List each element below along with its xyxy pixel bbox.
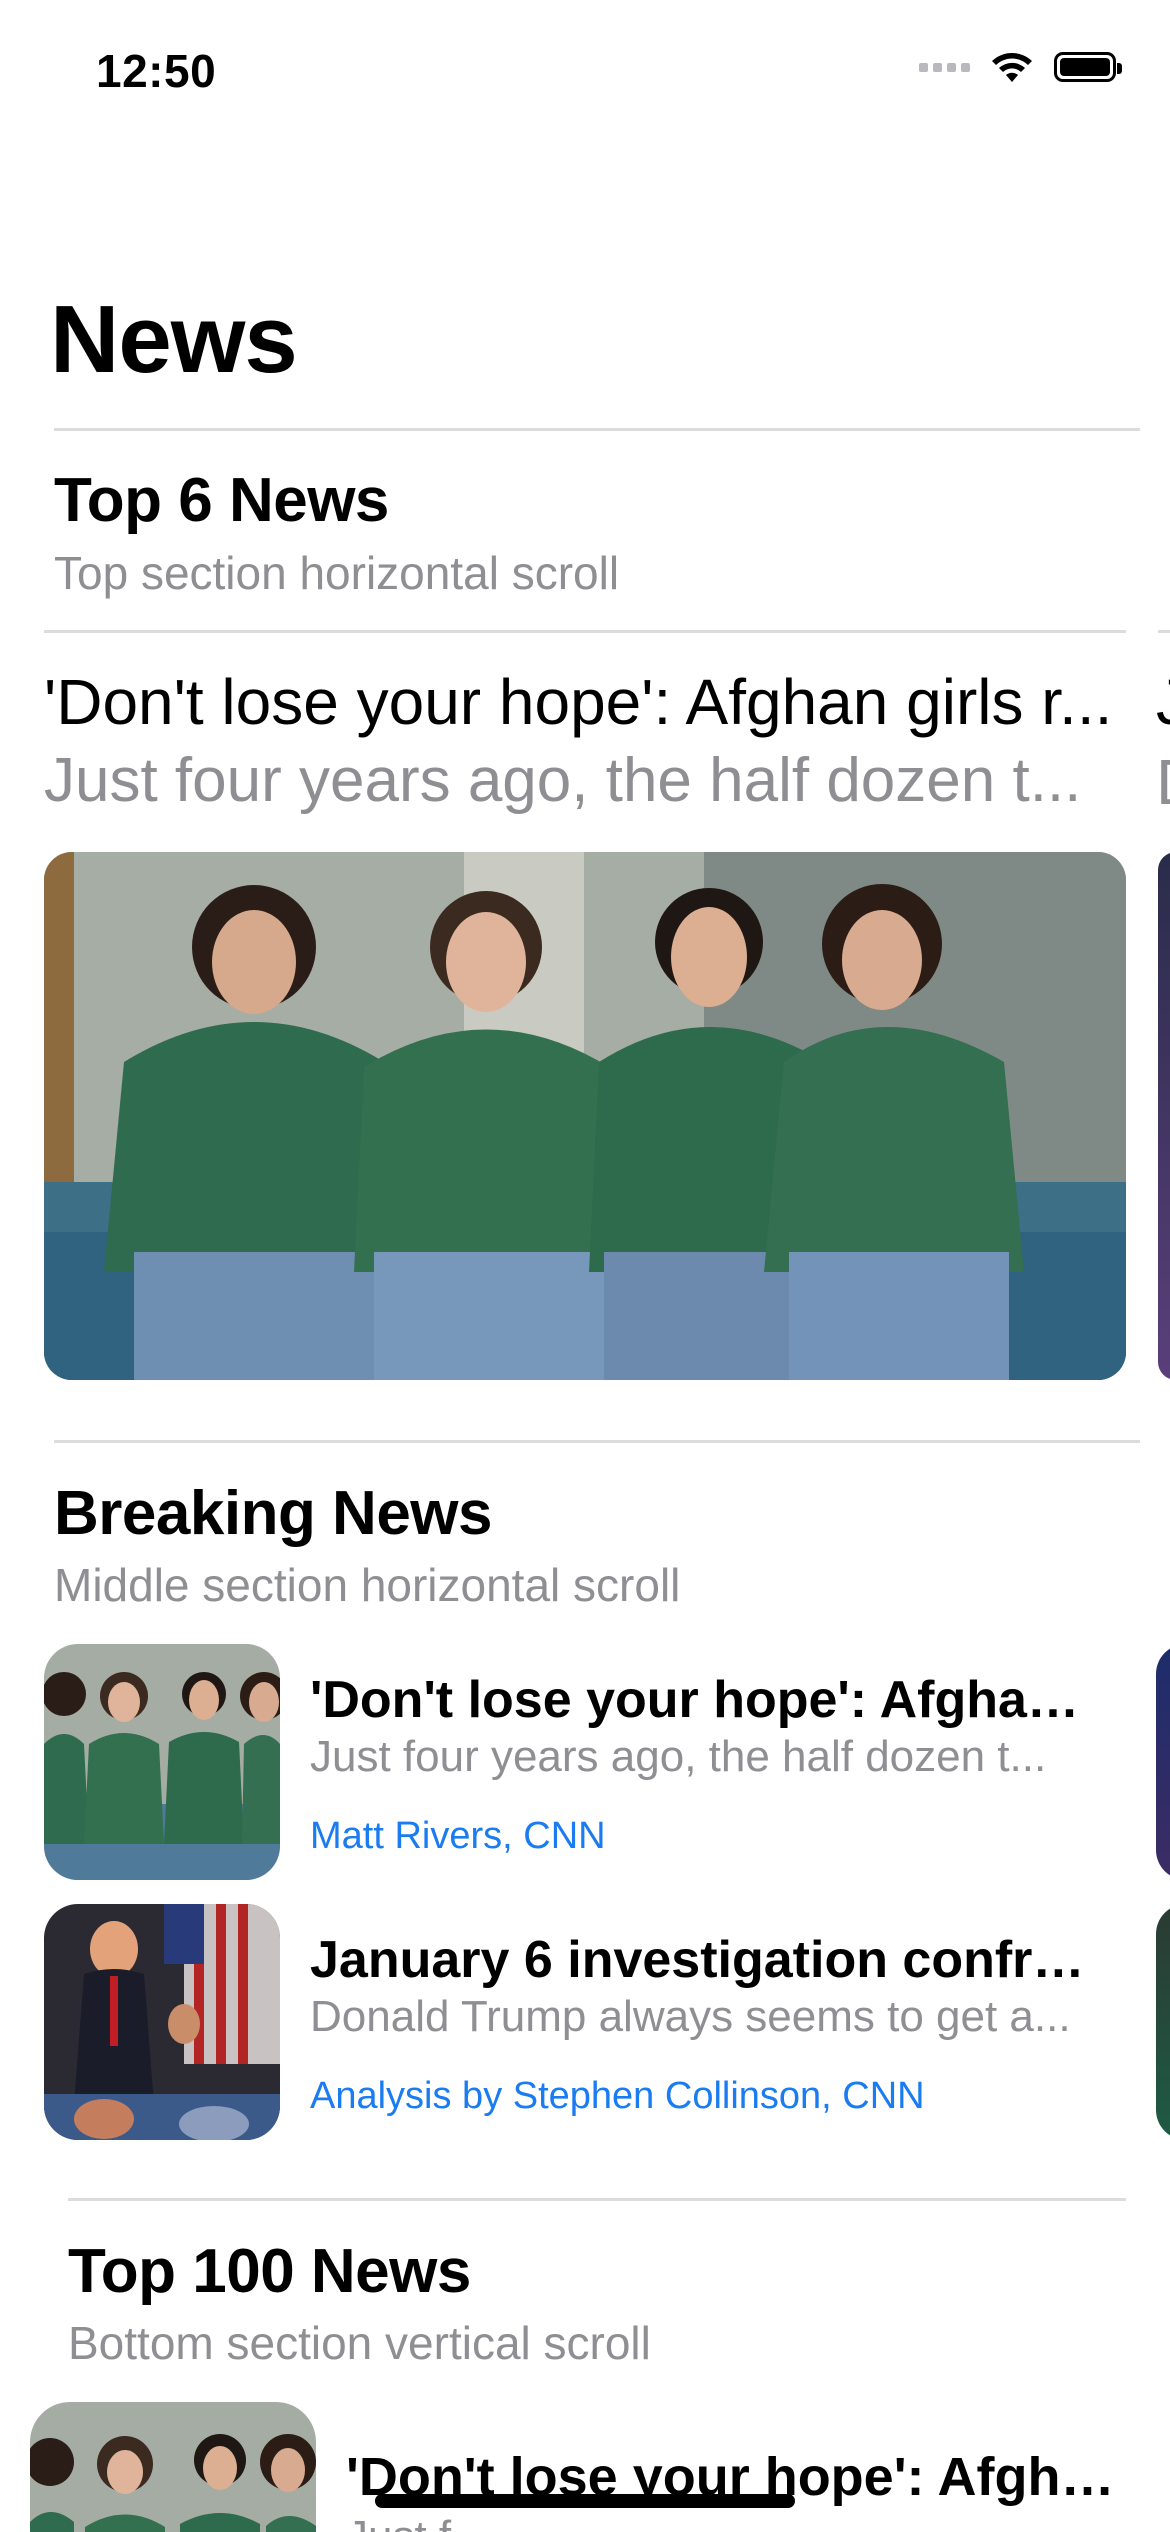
divider bbox=[68, 2198, 1126, 2201]
cellular-signal-icon bbox=[919, 62, 970, 72]
top-card-description: Just four years ago, the half dozen t... bbox=[44, 746, 1082, 815]
next-item-thumbnail-peek[interactable] bbox=[1156, 1644, 1170, 1880]
next-card-title-peek[interactable]: J bbox=[1156, 665, 1170, 739]
article-thumbnail bbox=[30, 2402, 316, 2532]
next-card-image-peek[interactable] bbox=[1158, 852, 1170, 1380]
article-description: Just four years ago, the half dozen t... bbox=[310, 1732, 1047, 1781]
divider bbox=[44, 630, 1126, 633]
article-title: 'Don't lose your hope': Afghan... bbox=[310, 1671, 1090, 1729]
news-screen: 12:50 News Top 6 News Top section horizo… bbox=[0, 0, 1170, 2532]
divider bbox=[54, 428, 1140, 431]
divider bbox=[1158, 630, 1170, 633]
divider bbox=[54, 1440, 1140, 1443]
next-item-thumbnail-peek[interactable] bbox=[1156, 1904, 1170, 2140]
top-card-image bbox=[44, 852, 1126, 1380]
article-description: Just f bbox=[346, 2512, 451, 2532]
article-author[interactable]: Analysis by Stephen Collinson, CNN bbox=[310, 2075, 925, 2118]
article-thumbnail bbox=[44, 1904, 280, 2140]
article-title: January 6 investigation confro... bbox=[310, 1931, 1090, 1989]
section-subtitle-breaking: Middle section horizontal scroll bbox=[54, 1559, 681, 1611]
next-card-description-peek: D bbox=[1156, 745, 1170, 819]
home-indicator[interactable] bbox=[375, 2494, 795, 2508]
wifi-icon bbox=[992, 53, 1032, 82]
battery-icon bbox=[1054, 52, 1122, 82]
page-title: News bbox=[50, 286, 298, 393]
section-title-bottom: Top 100 News bbox=[68, 2237, 471, 2306]
status-icons bbox=[919, 50, 1122, 84]
section-title-breaking: Breaking News bbox=[54, 1479, 493, 1548]
section-subtitle-top: Top section horizontal scroll bbox=[54, 547, 620, 599]
section-title-top: Top 6 News bbox=[54, 466, 389, 535]
section-subtitle-bottom: Bottom section vertical scroll bbox=[68, 2317, 651, 2369]
article-thumbnail bbox=[44, 1644, 280, 1880]
top-card-title: 'Don't lose your hope': Afghan girls r..… bbox=[44, 666, 1113, 738]
status-time: 12:50 bbox=[96, 45, 217, 97]
article-author[interactable]: Matt Rivers, CNN bbox=[310, 1815, 606, 1858]
article-description: Donald Trump always seems to get a... bbox=[310, 1992, 1071, 2041]
